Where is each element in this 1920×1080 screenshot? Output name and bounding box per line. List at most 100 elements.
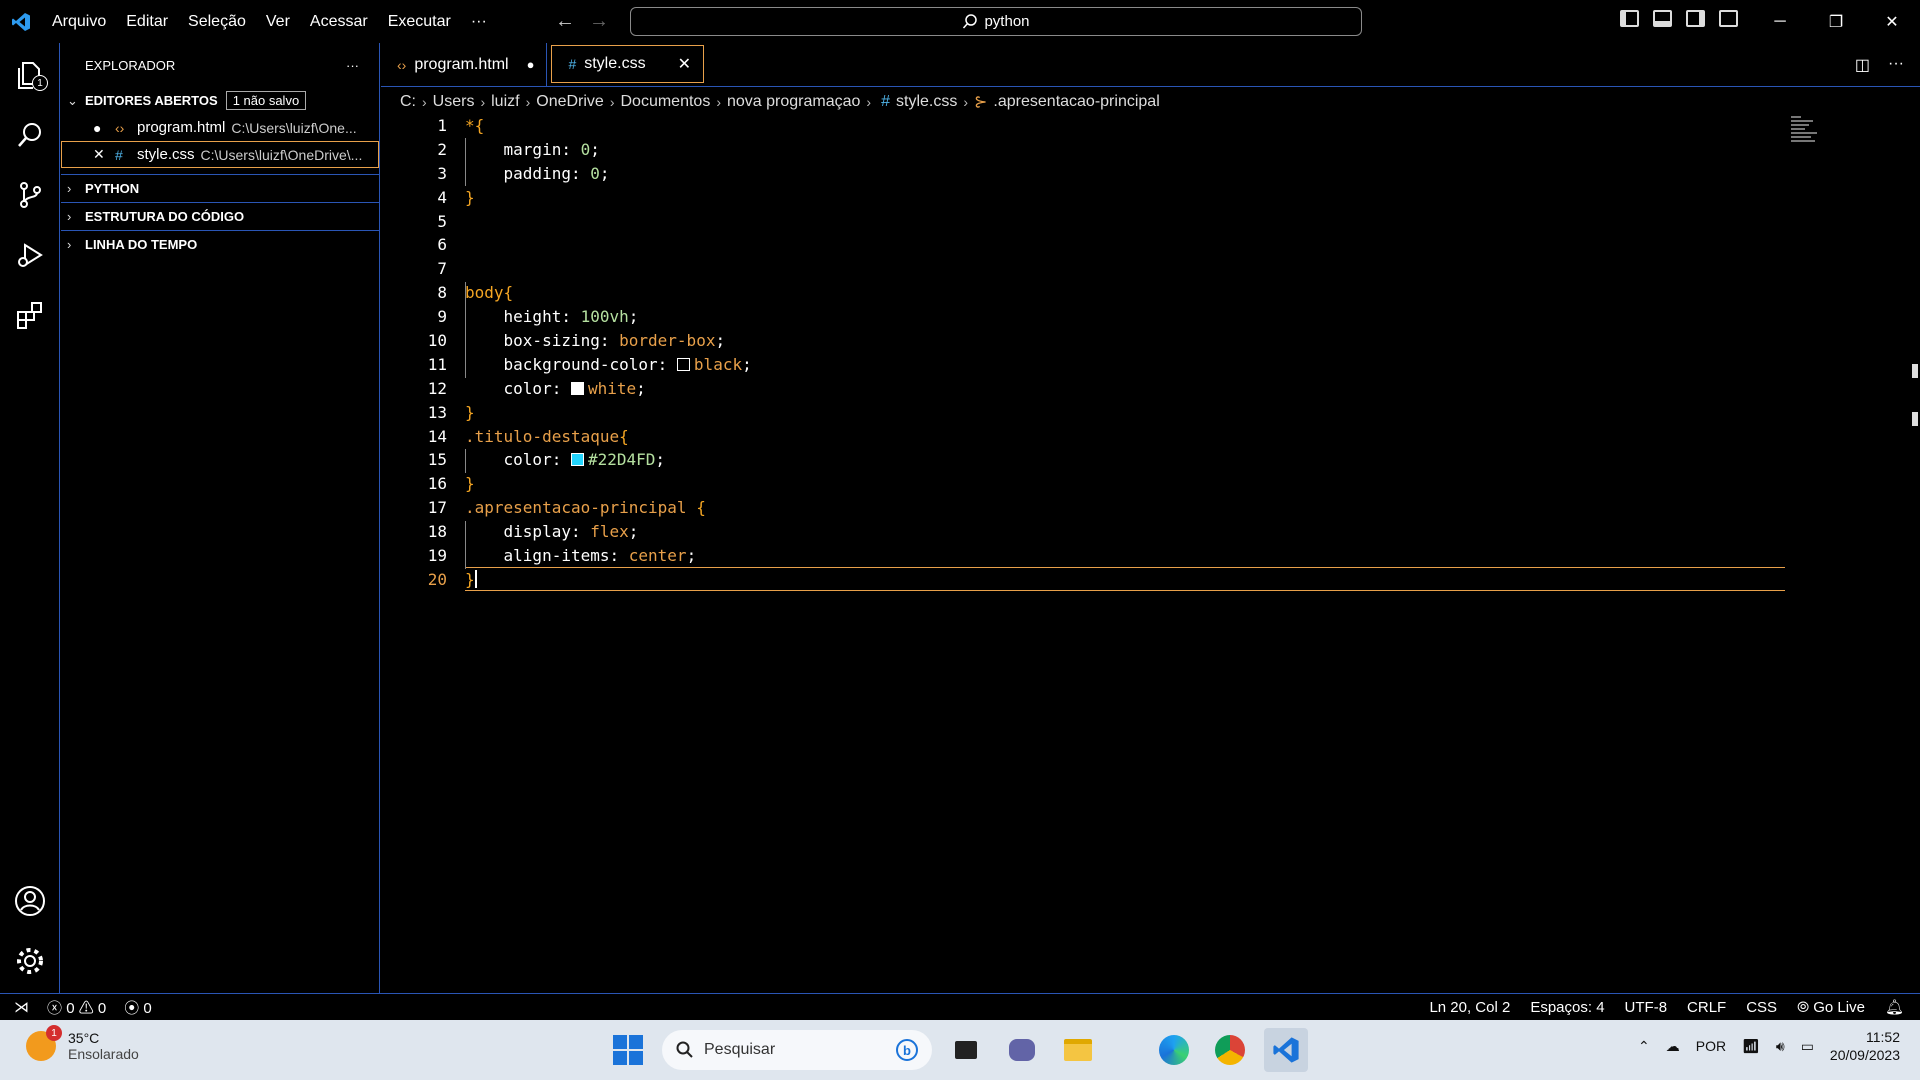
breadcrumb-item[interactable]: .apresentacao-principal [993,93,1159,111]
minimap[interactable] [1791,116,1821,156]
code-line[interactable]: body{ [465,281,752,305]
breadcrumb-item[interactable]: Documentos [621,93,711,111]
code-line[interactable] [465,233,752,257]
chevron-up-icon[interactable]: ⌃ [1638,1038,1650,1055]
breadcrumb-item[interactable]: C: [400,93,416,111]
command-center-search[interactable]: python [630,7,1362,36]
color-swatch[interactable] [570,381,584,395]
section-outline[interactable]: › ESTRUTURA DO CÓDIGO [61,203,379,230]
gear-icon[interactable] [12,943,48,979]
color-swatch[interactable] [570,453,584,467]
indentation[interactable]: Espaços: 4 [1530,999,1604,1016]
code-line[interactable]: display: flex; [465,520,752,544]
code-content[interactable]: *{ margin: 0; padding: 0;} body{ height: … [465,114,752,592]
file-explorer-icon[interactable] [1056,1028,1100,1072]
cursor-position[interactable]: Ln 20, Col 2 [1429,999,1510,1016]
section-python[interactable]: › PYTHON [61,175,379,202]
code-line[interactable]: .apresentacao-principal { [465,496,752,520]
restore-icon[interactable]: ❐ [1808,0,1864,43]
chrome-icon[interactable] [1208,1028,1252,1072]
code-line[interactable]: align-items: center; [465,544,752,568]
encoding[interactable]: UTF-8 [1625,999,1668,1016]
breadcrumb-item[interactable]: nova programaçao [727,93,860,111]
close-icon[interactable]: ✕ [93,146,115,163]
sidebar-more-icon[interactable]: ··· [346,58,359,73]
code-line[interactable] [465,257,752,281]
weather-widget[interactable]: 1 35°C Ensolarado [26,1025,139,1062]
breadcrumb-item[interactable]: OneDrive [536,93,604,111]
code-line[interactable]: background-color: black; [465,353,752,377]
explorer-icon[interactable]: 1 [12,57,48,93]
open-editor-style-css[interactable]: ✕ # style.css C:\Users\luizf\OneDrive\..… [61,141,379,168]
open-editors-header[interactable]: ⌄ EDITORES ABERTOS 1 não salvo [61,87,379,114]
section-timeline[interactable]: › LINHA DO TEMPO [61,231,379,258]
run-debug-icon[interactable] [12,237,48,273]
menu-editar[interactable]: Editar [116,13,178,31]
code-line[interactable]: padding: 0; [465,162,752,186]
forward-arrow-icon[interactable]: → [589,10,609,33]
go-live-button[interactable]: ⦾ Go Live [1797,999,1865,1016]
code-line[interactable] [465,210,752,234]
code-line[interactable]: } [465,568,752,592]
ports-status[interactable]: ⦿ 0 [124,997,152,1018]
back-arrow-icon[interactable]: ← [555,10,575,33]
menu-selecao[interactable]: Seleção [178,13,256,31]
editor-more-icon[interactable]: ··· [1888,55,1904,75]
code-line[interactable]: box-sizing: border-box; [465,329,752,353]
source-control-icon[interactable] [12,177,48,213]
breadcrumb-item[interactable]: Users [433,93,475,111]
volume-icon[interactable]: 🔊︎ [1776,1038,1785,1055]
code-line[interactable]: .titulo-destaque{ [465,425,752,449]
unsaved-dot-icon[interactable]: ● [527,57,535,72]
code-token: } [465,569,475,589]
language-mode[interactable]: CSS [1746,999,1777,1016]
menu-arquivo[interactable]: Arquivo [42,13,116,31]
color-swatch[interactable] [676,357,690,371]
task-view-icon[interactable] [944,1028,988,1072]
code-line[interactable]: } [465,401,752,425]
toggle-secondary-sidebar-icon[interactable] [1686,10,1705,27]
remote-icon[interactable]: ⋊ [14,998,29,1016]
breadcrumb-item[interactable]: luizf [491,93,519,111]
code-line[interactable]: height: 100vh; [465,305,752,329]
toggle-primary-sidebar-icon[interactable] [1620,10,1639,27]
accounts-icon[interactable] [12,883,48,919]
tab-style-css[interactable]: # style.css ✕ [551,45,704,83]
close-icon[interactable]: ✕ [678,54,691,74]
split-editor-icon[interactable]: ◫ [1855,55,1870,75]
menu-acessar[interactable]: Acessar [300,13,378,31]
code-line[interactable]: color: white; [465,377,752,401]
start-button[interactable] [606,1028,650,1072]
close-window-icon[interactable]: ✕ [1864,0,1920,43]
open-editor-program-html[interactable]: ● ‹› program.html C:\Users\luizf\One... [61,114,379,141]
tab-program-html[interactable]: ‹› program.html ● [381,43,548,86]
menu-ver[interactable]: Ver [256,13,300,31]
customize-layout-icon[interactable] [1719,10,1738,27]
wifi-icon[interactable]: 📶︎ [1742,1038,1760,1055]
clock[interactable]: 11:52 20/09/2023 [1830,1028,1900,1064]
taskbar-search[interactable]: Pesquisar b [662,1030,932,1070]
code-line[interactable]: color: #22D4FD; [465,448,752,472]
language-indicator[interactable]: POR [1696,1038,1726,1054]
battery-icon[interactable]: ▭ [1801,1038,1814,1055]
search-view-icon[interactable] [12,117,48,153]
edge-icon[interactable] [1152,1028,1196,1072]
menu-executar[interactable]: Executar [378,13,461,31]
problems-status[interactable]: ⓧ 0 ⚠ 0 [47,997,106,1018]
line-ending[interactable]: CRLF [1687,999,1726,1016]
unsaved-dot-icon[interactable]: ● [93,120,115,136]
vscode-taskbar-icon[interactable] [1264,1028,1308,1072]
notifications-bell-icon[interactable]: 🔔︎ [1885,998,1904,1016]
onedrive-icon[interactable]: ☁ [1666,1038,1680,1055]
code-line[interactable]: } [465,186,752,210]
chat-icon[interactable] [1000,1028,1044,1072]
extensions-icon[interactable] [12,297,48,333]
minimize-icon[interactable]: ─ [1752,0,1808,43]
code-line[interactable]: margin: 0; [465,138,752,162]
code-line[interactable]: } [465,472,752,496]
code-editor[interactable]: 1 2 3 4 5 6 7 8 9 10 11 12 13 14 15 16 17 18 19 20 *{ margi… [381,114,1920,993]
breadcrumb-item[interactable]: style.css [896,93,957,111]
toggle-panel-icon[interactable] [1653,10,1672,27]
menu-more-icon[interactable]: ··· [461,13,497,31]
code-line[interactable]: *{ [465,114,752,138]
